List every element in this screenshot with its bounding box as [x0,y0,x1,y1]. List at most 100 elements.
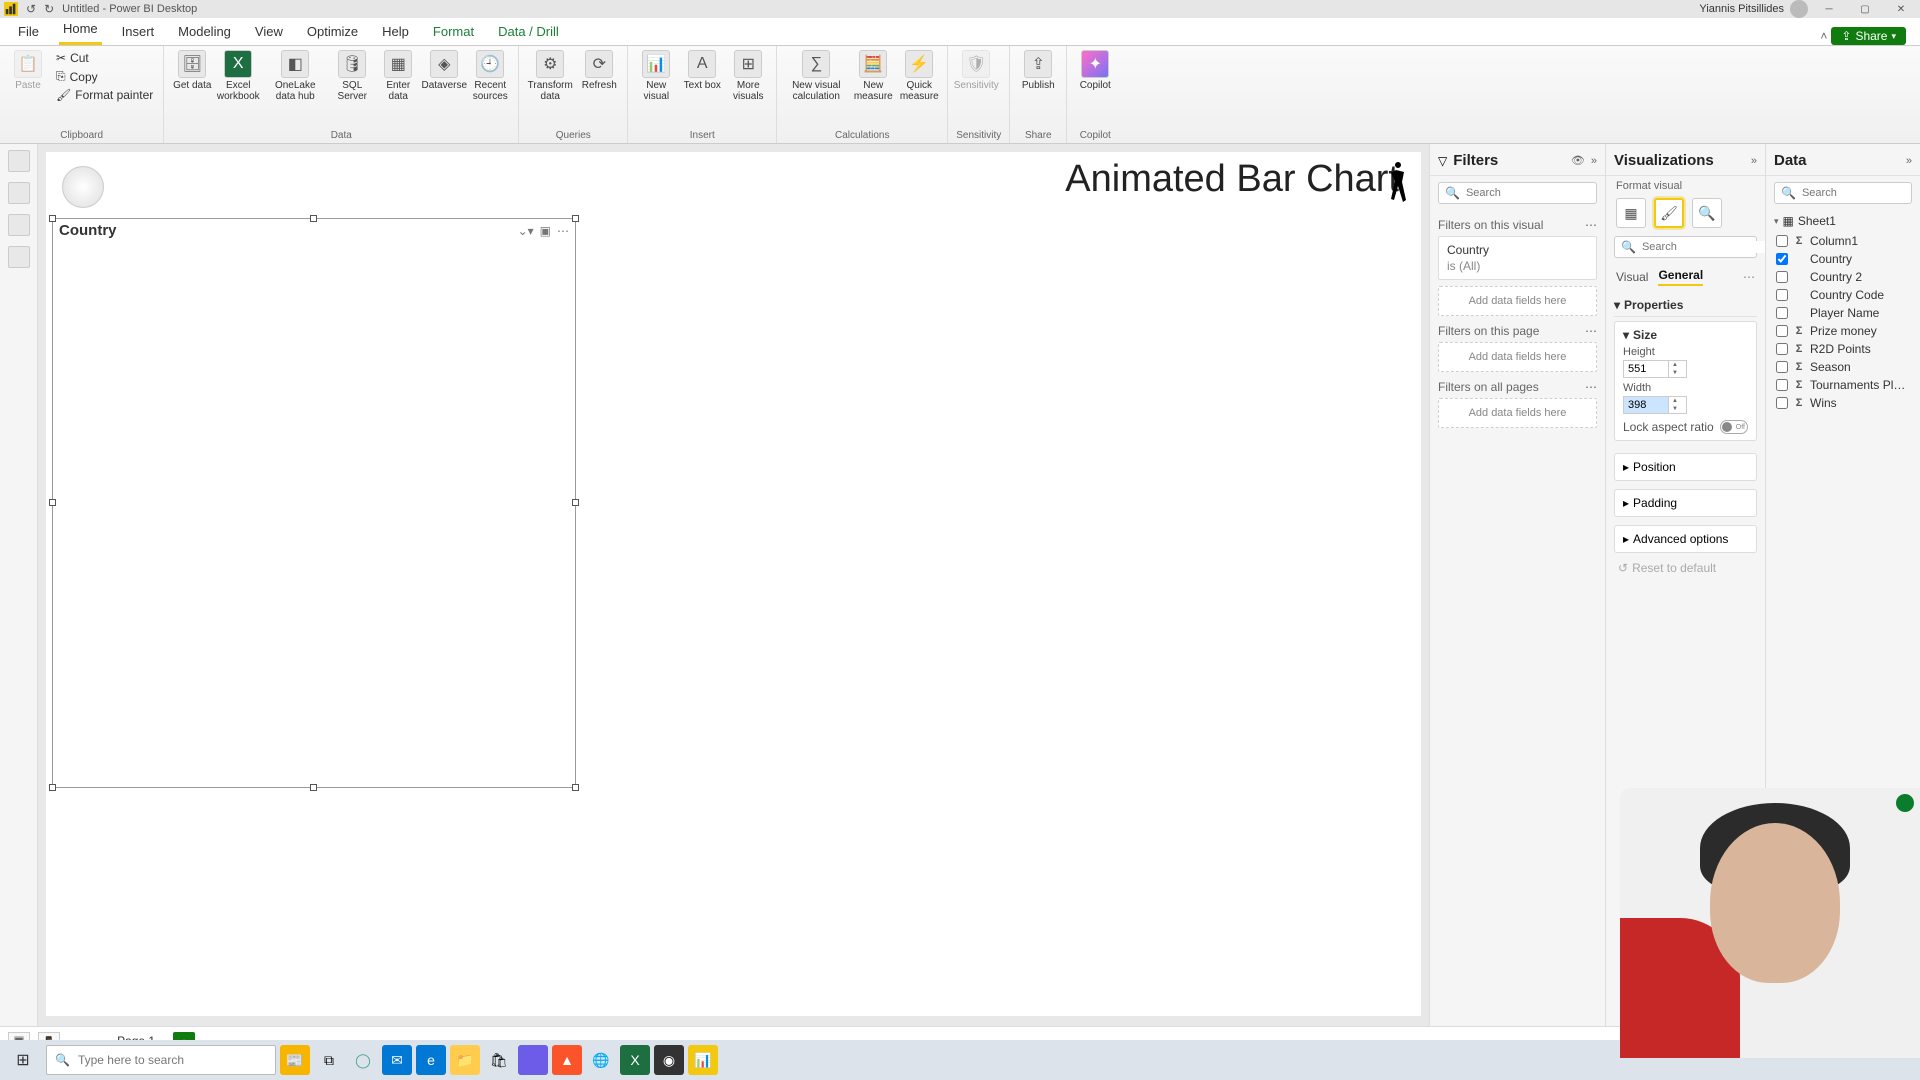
sqlserver-button[interactable]: 🛢SQL Server [332,50,372,102]
chrome-icon[interactable]: 🌐 [586,1045,616,1075]
more-options-icon[interactable]: ⋯ [557,224,569,238]
field-playername[interactable]: Player Name [1766,304,1920,322]
properties-header[interactable]: ▾Properties [1614,294,1757,317]
section-more-icon[interactable]: ⋯ [1585,324,1597,338]
canvas-area[interactable]: Animated Bar Chart Country ⌄▾ ▣ ⋯ [38,144,1429,1026]
reset-default[interactable]: ↺Reset to default [1606,557,1765,579]
report-view-button[interactable] [8,150,30,172]
viz-search[interactable]: 🔍 [1614,236,1757,258]
transform-data-button[interactable]: ⚙Transform data [527,50,573,102]
redo-icon[interactable]: ↻ [44,2,54,16]
field-country[interactable]: Country [1766,250,1920,268]
undo-icon[interactable]: ↺ [26,2,36,16]
excel-icon[interactable]: X [620,1045,650,1075]
field-wins[interactable]: ΣWins [1766,394,1920,412]
ribbon-collapse-icon[interactable]: ˄ [1820,29,1827,43]
width-up-icon[interactable]: ▲ [1669,397,1681,405]
share-button[interactable]: ⇪Share▾ [1831,27,1906,45]
height-up-icon[interactable]: ▲ [1669,361,1681,369]
filter-icon[interactable]: ⌄▾ [518,224,534,238]
tab-format[interactable]: Format [429,19,478,45]
excel-button[interactable]: XExcel workbook [218,50,258,102]
copy-button[interactable]: ⎘Copy [54,68,155,85]
edge-icon[interactable]: e [416,1045,446,1075]
field-r2dpoints[interactable]: ΣR2D Points [1766,340,1920,358]
add-fields-visual[interactable]: Add data fields here [1438,286,1597,316]
padding-row[interactable]: ▸Padding [1614,489,1757,517]
tab-help[interactable]: Help [378,19,413,45]
field-country2[interactable]: Country 2 [1766,268,1920,286]
tab-home[interactable]: Home [59,16,102,45]
tab-optimize[interactable]: Optimize [303,19,362,45]
minimize-button[interactable]: ─ [1814,0,1844,18]
close-button[interactable]: ✕ [1886,0,1916,18]
new-visual-button[interactable]: 📊New visual [636,50,676,102]
height-input[interactable]: ▲▼ [1623,360,1687,378]
width-field[interactable] [1624,397,1668,413]
explorer-icon[interactable]: 📁 [450,1045,480,1075]
lock-aspect-toggle[interactable]: Off [1720,420,1748,434]
field-tournaments[interactable]: ΣTournaments Pl… [1766,376,1920,394]
add-fields-page[interactable]: Add data fields here [1438,342,1597,372]
width-input[interactable]: ▲▼ [1623,396,1687,414]
textbox-button[interactable]: AText box [682,50,722,102]
tab-datadrill[interactable]: Data / Drill [494,19,563,45]
width-down-icon[interactable]: ▼ [1669,405,1681,413]
more-visuals-button[interactable]: ⊞More visuals [728,50,768,102]
report-canvas[interactable]: Animated Bar Chart Country ⌄▾ ▣ ⋯ [46,152,1421,1016]
dataverse-button[interactable]: ◈Dataverse [424,50,464,102]
taskbar-search[interactable]: 🔍 Type here to search [46,1045,276,1075]
table-view-button[interactable] [8,182,30,204]
collapse-viz-icon[interactable]: » [1751,155,1757,167]
section-more-icon[interactable]: ⋯ [1585,380,1597,394]
field-column1[interactable]: ΣColumn1 [1766,232,1920,250]
user-avatar-icon[interactable] [1790,0,1808,18]
height-field[interactable] [1624,361,1668,377]
onelake-button[interactable]: ◧OneLake data hub [264,50,326,102]
tab-insert[interactable]: Insert [118,19,159,45]
field-prizemoney[interactable]: ΣPrize money [1766,322,1920,340]
subtab-visual[interactable]: Visual [1616,270,1648,284]
get-data-button[interactable]: 🗄Get data [172,50,212,102]
start-button[interactable]: ⊞ [4,1044,42,1076]
eye-icon[interactable]: 👁 [1571,154,1585,167]
size-header[interactable]: ▾Size [1623,328,1748,342]
filters-search[interactable]: 🔍 [1438,182,1597,204]
user-name[interactable]: Yiannis Pitsillides [1699,3,1784,15]
build-visual-icon[interactable]: ▦ [1616,198,1646,228]
paste-button[interactable]: 📋Paste [8,50,48,103]
powerbi-task-icon[interactable]: 📊 [688,1045,718,1075]
viz-search-input[interactable] [1642,241,1784,253]
subtab-general[interactable]: General [1658,268,1703,286]
data-search-input[interactable] [1802,187,1920,199]
news-icon[interactable]: 📰 [280,1045,310,1075]
dax-view-button[interactable] [8,246,30,268]
subtab-more-icon[interactable]: ⋯ [1743,270,1755,284]
model-view-button[interactable] [8,214,30,236]
table-node[interactable]: ▾ ▦ Sheet1 [1766,210,1920,232]
add-fields-all[interactable]: Add data fields here [1438,398,1597,428]
tab-modeling[interactable]: Modeling [174,19,235,45]
advanced-row[interactable]: ▸Advanced options [1614,525,1757,553]
tab-file[interactable]: File [14,19,43,45]
tab-view[interactable]: View [251,19,287,45]
refresh-button[interactable]: ⟳Refresh [579,50,619,102]
field-countrycode[interactable]: Country Code [1766,286,1920,304]
position-row[interactable]: ▸Position [1614,453,1757,481]
sensitivity-button[interactable]: 🛡Sensitivity [956,50,996,91]
cut-button[interactable]: ✂Cut [54,50,155,66]
filters-search-input[interactable] [1466,187,1608,199]
height-down-icon[interactable]: ▼ [1669,369,1681,377]
quick-measure-button[interactable]: ⚡Quick measure [899,50,939,102]
selected-visual[interactable]: Country ⌄▾ ▣ ⋯ [52,218,576,788]
mail-icon[interactable]: ✉ [382,1045,412,1075]
cortana-icon[interactable]: ◯ [348,1045,378,1075]
format-visual-icon[interactable]: 🖌 [1654,198,1684,228]
publish-button[interactable]: ⇪Publish [1018,50,1058,91]
format-painter-button[interactable]: 🖌Format painter [54,87,155,103]
new-measure-button[interactable]: 🧮New measure [853,50,893,102]
copilot-button[interactable]: ✦Copilot [1075,50,1115,91]
obs-icon[interactable]: ◉ [654,1045,684,1075]
analytics-icon[interactable]: 🔍 [1692,198,1722,228]
data-search[interactable]: 🔍 [1774,182,1912,204]
